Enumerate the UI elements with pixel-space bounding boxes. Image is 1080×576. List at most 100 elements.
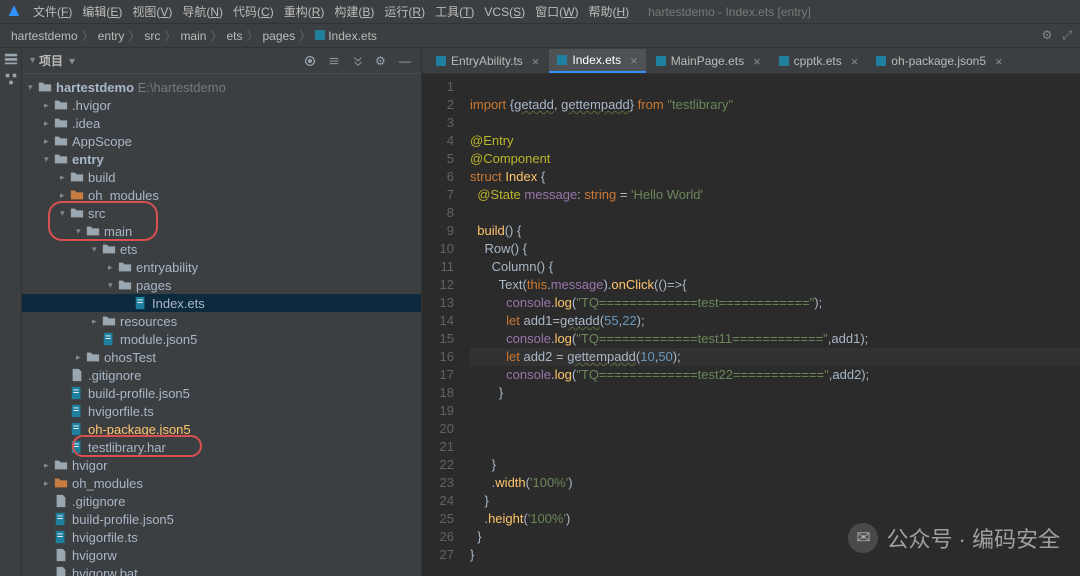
menu-item[interactable]: 帮助(H)	[583, 3, 634, 21]
editor-tab[interactable]: oh-package.json5×	[868, 49, 1010, 73]
tree-item[interactable]: hvigorfile.ts	[22, 528, 421, 546]
left-tool-strip	[0, 48, 22, 576]
project-view-icon[interactable]	[4, 52, 18, 66]
settings-icon[interactable]: ⚙	[375, 54, 389, 68]
menu-item[interactable]: 编辑(E)	[77, 3, 127, 21]
tree-item[interactable]: ▾main	[22, 222, 421, 240]
close-tab-icon[interactable]: ×	[995, 54, 1003, 69]
menu-item[interactable]: 代码(C)	[228, 3, 279, 21]
expand-icon[interactable]: ⤢	[1062, 28, 1072, 43]
locate-icon[interactable]	[303, 54, 317, 68]
tree-item[interactable]: ▸ohosTest	[22, 348, 421, 366]
tree-root[interactable]: ▾hartestdemo E:\hartestdemo	[22, 78, 421, 96]
breadcrumb-item[interactable]: ets	[223, 29, 245, 43]
menu-item[interactable]: 窗口(W)	[530, 3, 583, 21]
breadcrumb-item[interactable]: Index.ets	[312, 29, 380, 43]
tree-item[interactable]: build-profile.json5	[22, 384, 421, 402]
breadcrumb-item[interactable]: main	[177, 29, 209, 43]
code-line[interactable]: .width('100%')	[470, 474, 1080, 492]
close-tab-icon[interactable]: ×	[851, 54, 859, 69]
menu-item[interactable]: 工具(T)	[430, 3, 479, 21]
tree-item[interactable]: ▾src	[22, 204, 421, 222]
code-line[interactable]	[470, 114, 1080, 132]
code-line[interactable]	[470, 420, 1080, 438]
breadcrumb-item[interactable]: entry	[95, 29, 128, 43]
tree-item[interactable]: ▸AppScope	[22, 132, 421, 150]
tree-item[interactable]: ▸oh_modules	[22, 474, 421, 492]
breadcrumb-item[interactable]: src	[141, 29, 163, 43]
code-line[interactable]: @Component	[470, 150, 1080, 168]
menu-item[interactable]: 运行(R)	[379, 3, 430, 21]
menu-item[interactable]: 构建(B)	[329, 3, 379, 21]
code-line[interactable]: @Entry	[470, 132, 1080, 150]
editor-tab[interactable]: EntryAbility.ts×	[428, 49, 547, 73]
wechat-icon: ✉	[848, 523, 878, 553]
tree-item[interactable]: hvigorw.bat	[22, 564, 421, 576]
tree-item[interactable]: ▸entryability	[22, 258, 421, 276]
tree-item[interactable]: module.json5	[22, 330, 421, 348]
code-line[interactable]: Column() {	[470, 258, 1080, 276]
editor-tab[interactable]: cpptk.ets×	[771, 49, 867, 73]
tree-item[interactable]: ▸resources	[22, 312, 421, 330]
editor-tab[interactable]: Index.ets×	[549, 49, 645, 73]
tree-item[interactable]: ▸.idea	[22, 114, 421, 132]
tree-item[interactable]: .gitignore	[22, 366, 421, 384]
code-line[interactable]: }	[470, 384, 1080, 402]
editor-tab[interactable]: MainPage.ets×	[648, 49, 769, 73]
expand-all-icon[interactable]	[327, 54, 341, 68]
menu-item[interactable]: 重构(R)	[279, 3, 330, 21]
code-line[interactable]: Text(this.message).onClick(()=>{	[470, 276, 1080, 294]
tree-item[interactable]: .gitignore	[22, 492, 421, 510]
tree-item[interactable]: ▸oh_modules	[22, 186, 421, 204]
code-line[interactable]: }	[470, 456, 1080, 474]
code-line[interactable]: console.log("TQ=============test22======…	[470, 366, 1080, 384]
gear-icon[interactable]: ⚙	[1042, 28, 1053, 43]
hide-panel-icon[interactable]: —	[399, 54, 413, 68]
tree-item[interactable]: ▸.hvigor	[22, 96, 421, 114]
tree-item[interactable]: hvigorfile.ts	[22, 402, 421, 420]
breadcrumb-item[interactable]: hartestdemo	[8, 29, 81, 43]
code-line[interactable]: build() {	[470, 222, 1080, 240]
tree-item[interactable]: Index.ets	[22, 294, 421, 312]
code-line[interactable]	[470, 78, 1080, 96]
close-tab-icon[interactable]: ×	[532, 54, 540, 69]
code-line[interactable]: struct Index {	[470, 168, 1080, 186]
chevron-down-icon[interactable]: ▾	[69, 54, 75, 68]
project-dropdown-icon[interactable]: ▾	[30, 55, 35, 66]
code-line[interactable]: let add1=getadd(55,22);	[470, 312, 1080, 330]
close-tab-icon[interactable]: ×	[753, 54, 761, 69]
window-title: hartestdemo - Index.ets [entry]	[648, 5, 811, 19]
code-line[interactable]	[470, 438, 1080, 456]
menu-item[interactable]: 视图(V)	[127, 3, 177, 21]
code-line[interactable]: import {getadd, gettempadd} from "testli…	[470, 96, 1080, 114]
project-tree[interactable]: ▾hartestdemo E:\hartestdemo▸.hvigor▸.ide…	[22, 74, 421, 576]
tree-item[interactable]: ▸build	[22, 168, 421, 186]
code-line[interactable]	[470, 402, 1080, 420]
code-line[interactable]: let add2 = gettempadd(10,50);	[470, 348, 1080, 366]
tree-item[interactable]: build-profile.json5	[22, 510, 421, 528]
menu-item[interactable]: VCS(S)	[479, 3, 530, 21]
code-line[interactable]: console.log("TQ=============test========…	[470, 294, 1080, 312]
code-line[interactable]: @State message: string = 'Hello World'	[470, 186, 1080, 204]
tree-item[interactable]: hvigorw	[22, 546, 421, 564]
tree-item[interactable]: ▸hvigor	[22, 456, 421, 474]
watermark: ✉ 公众号 · 编码安全	[848, 522, 1060, 554]
code-line[interactable]	[470, 204, 1080, 222]
project-label[interactable]: 项目	[39, 52, 63, 69]
tree-item[interactable]: oh-package.json5	[22, 420, 421, 438]
collapse-all-icon[interactable]	[351, 54, 365, 68]
structure-icon[interactable]	[4, 72, 18, 86]
close-tab-icon[interactable]: ×	[630, 53, 638, 68]
code-line[interactable]: Row() {	[470, 240, 1080, 258]
tree-item[interactable]: testlibrary.har	[22, 438, 421, 456]
tree-item[interactable]: ▾entry	[22, 150, 421, 168]
tree-item[interactable]: ▾ets	[22, 240, 421, 258]
menu-item[interactable]: 文件(F)	[28, 3, 77, 21]
menu-item[interactable]: 导航(N)	[177, 3, 228, 21]
line-number-gutter: 1234567891011121314151617181920212223242…	[422, 74, 462, 576]
breadcrumb-item[interactable]: pages	[260, 29, 299, 43]
code-line[interactable]: }	[470, 492, 1080, 510]
code-content[interactable]: import {getadd, gettempadd} from "testli…	[462, 74, 1080, 576]
tree-item[interactable]: ▾pages	[22, 276, 421, 294]
code-line[interactable]: console.log("TQ=============test11======…	[470, 330, 1080, 348]
